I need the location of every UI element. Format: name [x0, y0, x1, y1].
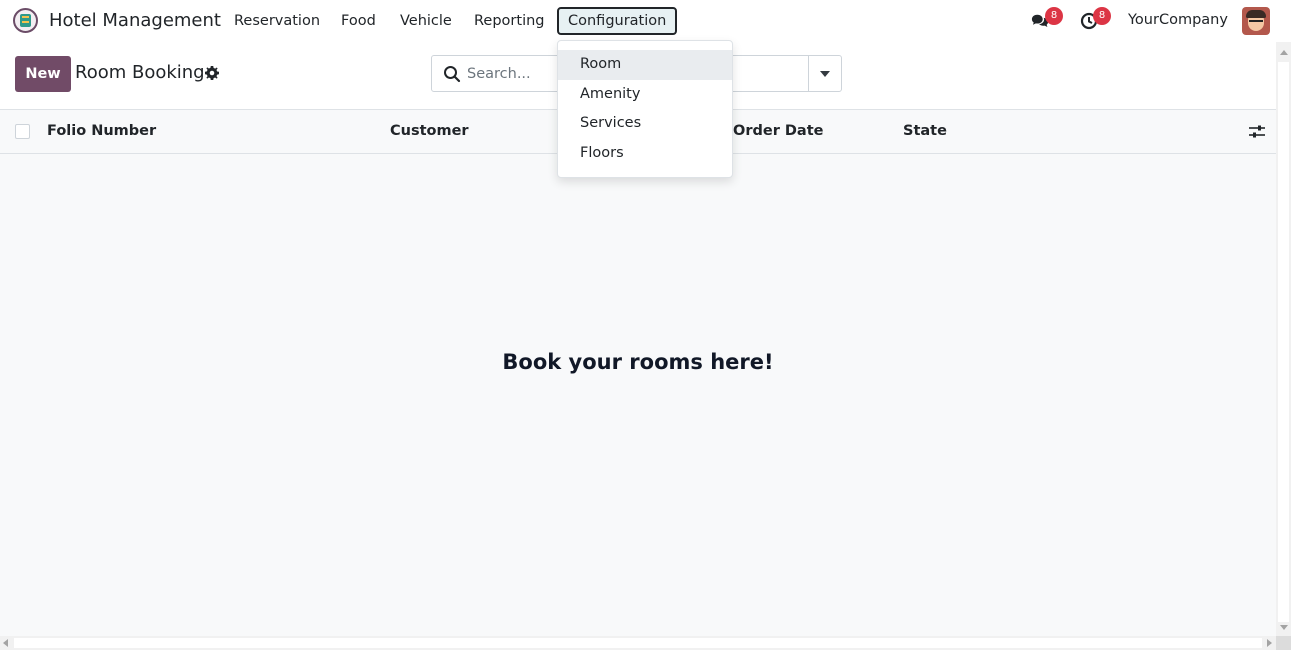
dropdown-item-floors[interactable]: Floors — [558, 139, 732, 169]
scroll-down-icon[interactable] — [1280, 625, 1288, 630]
column-state[interactable]: State — [903, 123, 947, 139]
vertical-scrollbar[interactable] — [1276, 42, 1291, 636]
breadcrumb: Room Booking — [75, 62, 205, 83]
top-navbar: Hotel Management Reservation Food Vehicl… — [0, 0, 1291, 42]
horizontal-scrollbar[interactable] — [0, 636, 1276, 650]
company-switcher[interactable]: YourCompany — [1128, 12, 1228, 28]
search-options-toggle[interactable] — [808, 56, 841, 91]
new-button[interactable]: New — [15, 56, 71, 92]
dropdown-item-services[interactable]: Services — [558, 109, 732, 139]
activities-badge: 8 — [1093, 7, 1111, 25]
user-avatar[interactable] — [1242, 7, 1270, 35]
column-customer[interactable]: Customer — [390, 123, 469, 139]
empty-helper-text: Book your rooms here! — [502, 350, 774, 374]
scroll-up-icon[interactable] — [1280, 50, 1288, 55]
systray: 8 8 YourCompany — [0, 0, 1291, 42]
caret-down-icon — [820, 70, 830, 77]
search-icon — [444, 66, 461, 83]
column-folio-number[interactable]: Folio Number — [47, 123, 156, 139]
scroll-left-icon[interactable] — [3, 639, 8, 647]
vertical-scroll-thumb[interactable] — [1278, 62, 1289, 622]
horizontal-scroll-thumb[interactable] — [14, 638, 1262, 648]
scrollbar-corner — [1276, 636, 1291, 650]
dropdown-item-room[interactable]: Room — [558, 50, 732, 80]
messages-badge: 8 — [1045, 7, 1063, 25]
configuration-dropdown: Room Amenity Services Floors — [557, 40, 733, 178]
scroll-right-icon[interactable] — [1267, 639, 1272, 647]
select-all-checkbox[interactable] — [15, 124, 30, 139]
gear-icon[interactable] — [205, 66, 219, 80]
dropdown-item-amenity[interactable]: Amenity — [558, 80, 732, 110]
column-order-date[interactable]: Order Date — [733, 123, 823, 139]
optional-columns-icon[interactable] — [1249, 125, 1265, 139]
